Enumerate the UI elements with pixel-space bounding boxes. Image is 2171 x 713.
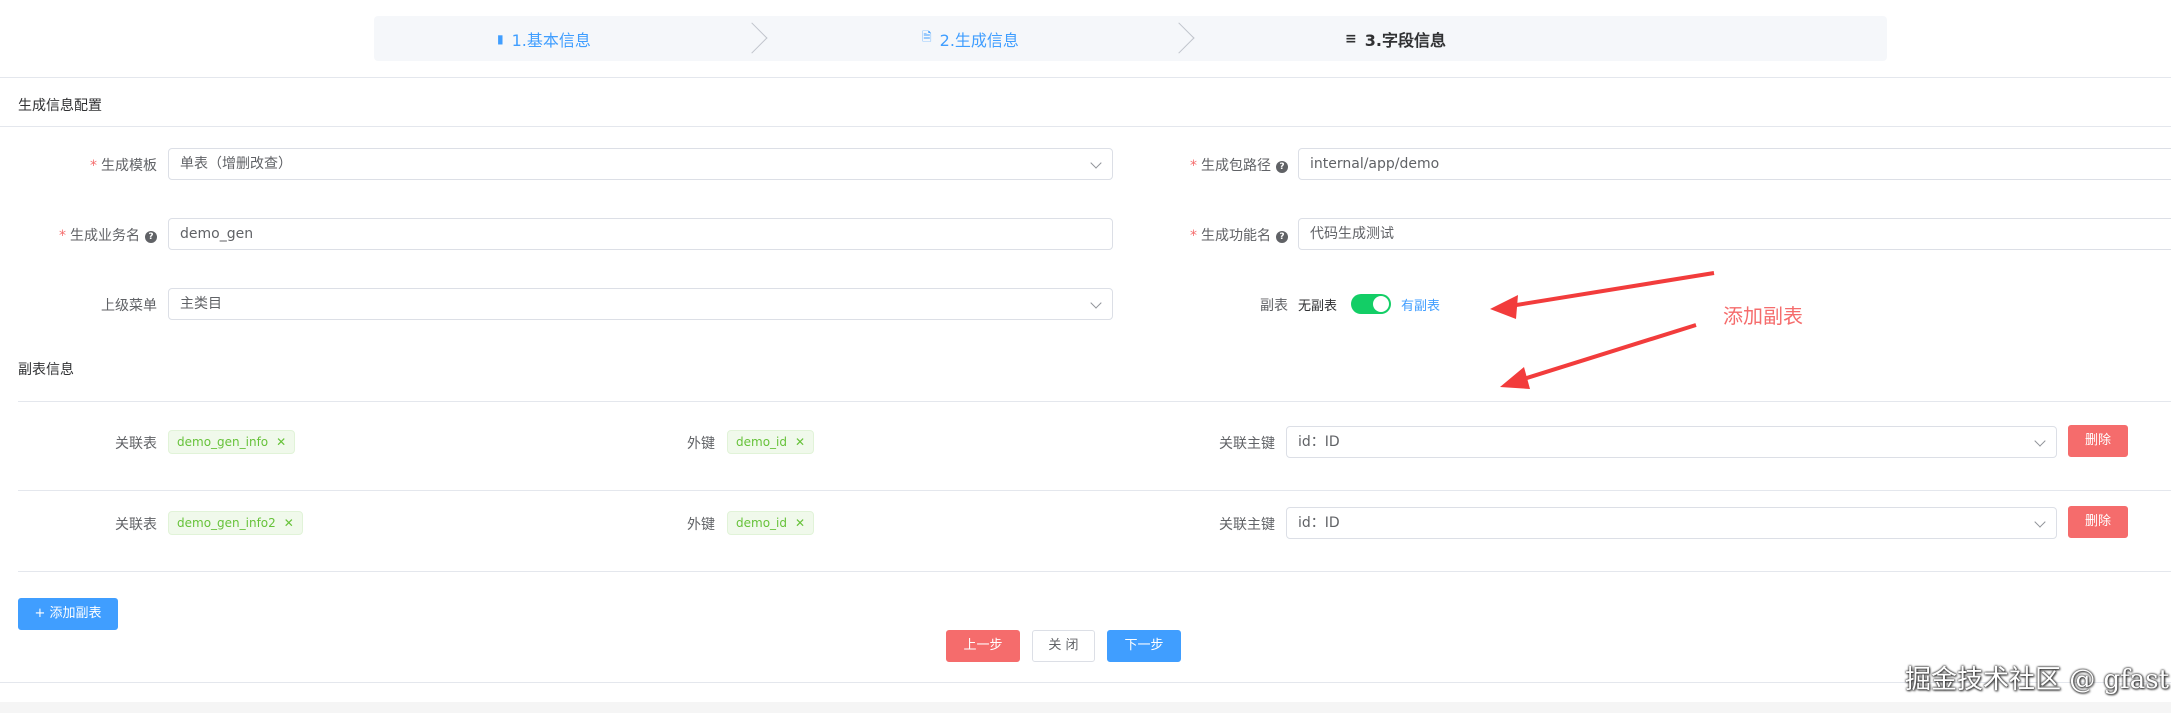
step-basic-info[interactable]: ▮ 1.基本信息: [497, 16, 591, 61]
annotation-text: 添加副表: [1723, 304, 1803, 328]
rel-table-label: 关联表: [115, 517, 157, 533]
add-subtable-button[interactable]: + 添加副表: [18, 598, 118, 630]
arrow-line-1: [1503, 271, 1715, 309]
bottom-band: [0, 702, 2171, 713]
pk-select-value: id：ID: [1298, 515, 1340, 531]
business-input[interactable]: demo_gen: [168, 218, 1113, 250]
list-icon: ≡: [1345, 30, 1357, 47]
chevron-down-icon: [1090, 157, 1102, 169]
close-icon[interactable]: ✕: [795, 435, 805, 449]
fk-tag[interactable]: demo_id ✕: [727, 511, 815, 535]
close-button[interactable]: 关 闭: [1032, 630, 1095, 662]
prev-step-button[interactable]: 上一步: [946, 630, 1020, 662]
template-label: * 生成模板: [90, 158, 157, 174]
tag-text: demo_gen_info: [177, 435, 269, 449]
business-input-value: demo_gen: [180, 226, 254, 242]
watermark: 掘金技术社区 @ gfast: [1905, 665, 2170, 695]
chevron-down-icon: [2034, 435, 2046, 447]
divider: [0, 682, 2171, 683]
tag-text: demo_id: [736, 435, 787, 449]
chevron-down-icon: [1090, 297, 1102, 309]
step-label: 2.生成信息: [939, 30, 1019, 50]
divider: [0, 126, 2171, 127]
close-icon[interactable]: ✕: [284, 516, 294, 530]
help-icon[interactable]: ?: [145, 231, 157, 243]
pk-select-value: id：ID: [1298, 434, 1340, 450]
pk-label: 关联主键: [1219, 436, 1275, 452]
switch-knob: [1373, 296, 1389, 312]
fk-label: 外键: [687, 517, 715, 533]
tag-text: demo_id: [736, 516, 787, 530]
step-label: 1.基本信息: [511, 30, 591, 50]
package-input[interactable]: internal/app/demo: [1298, 148, 2171, 180]
rel-table-label: 关联表: [115, 436, 157, 452]
chevron-right-icon: [736, 22, 768, 54]
function-label: * 生成功能名?: [1160, 225, 1288, 245]
help-icon[interactable]: ?: [1276, 161, 1288, 173]
package-input-value: internal/app/demo: [1310, 156, 1440, 172]
pk-label: 关联主键: [1219, 517, 1275, 533]
step-field-info[interactable]: ≡ 3.字段信息: [1345, 16, 1446, 61]
chevron-right-icon: [1163, 22, 1195, 54]
template-select[interactable]: 单表（增删改查）: [168, 148, 1113, 180]
business-label: * 生成业务名?: [40, 225, 157, 245]
arrow-head-2: [1500, 367, 1530, 389]
pk-select[interactable]: id：ID: [1286, 507, 2057, 539]
step-label: 3.字段信息: [1364, 30, 1446, 50]
divider: [0, 77, 2171, 78]
subtable-switch[interactable]: [1351, 294, 1391, 314]
pk-select[interactable]: id：ID: [1286, 426, 2057, 458]
fk-label: 外键: [687, 436, 715, 452]
rel-table-tag[interactable]: demo_gen_info ✕: [168, 430, 296, 454]
subtable-off-text[interactable]: 无副表: [1298, 295, 1337, 314]
divider: [18, 490, 2171, 491]
annotation-arrows: [1490, 271, 1715, 389]
help-icon[interactable]: ?: [1276, 231, 1288, 243]
parent-menu-label: 上级菜单: [101, 298, 157, 314]
subtable-on-text[interactable]: 有副表: [1401, 295, 1440, 314]
chat-icon: ▮: [497, 31, 504, 46]
close-icon[interactable]: ✕: [276, 435, 286, 449]
arrow-line-2: [1513, 323, 1697, 384]
function-input[interactable]: 代码生成测试: [1298, 218, 2171, 250]
function-input-value: 代码生成测试: [1310, 226, 1394, 242]
step-gen-info[interactable]: 🗎 2.生成信息: [922, 16, 1019, 61]
subtable-label: 副表: [1260, 298, 1288, 314]
section-title-gen-config: 生成信息配置: [18, 98, 102, 114]
divider: [18, 401, 2171, 402]
package-label: * 生成包路径?: [1160, 155, 1288, 175]
section-title-subtable: 副表信息: [18, 362, 74, 378]
rel-table-tag[interactable]: demo_gen_info2 ✕: [168, 511, 303, 535]
parent-menu-value: 主类目: [180, 296, 222, 312]
fk-tag[interactable]: demo_id ✕: [727, 430, 815, 454]
next-step-button[interactable]: 下一步: [1107, 630, 1181, 662]
steps-bar: ▮ 1.基本信息 🗎 2.生成信息 ≡ 3.字段信息: [374, 16, 1887, 61]
delete-button[interactable]: 删除: [2068, 506, 2128, 538]
delete-button[interactable]: 删除: [2068, 425, 2128, 457]
document-icon: 🗎: [922, 30, 932, 44]
divider: [18, 571, 2171, 572]
tag-text: demo_gen_info2: [177, 516, 276, 530]
close-icon[interactable]: ✕: [795, 516, 805, 530]
parent-menu-select[interactable]: 主类目: [168, 288, 1113, 320]
chevron-down-icon: [2034, 516, 2046, 528]
template-select-value: 单表（增删改查）: [180, 156, 292, 172]
arrow-head-1: [1490, 295, 1518, 319]
